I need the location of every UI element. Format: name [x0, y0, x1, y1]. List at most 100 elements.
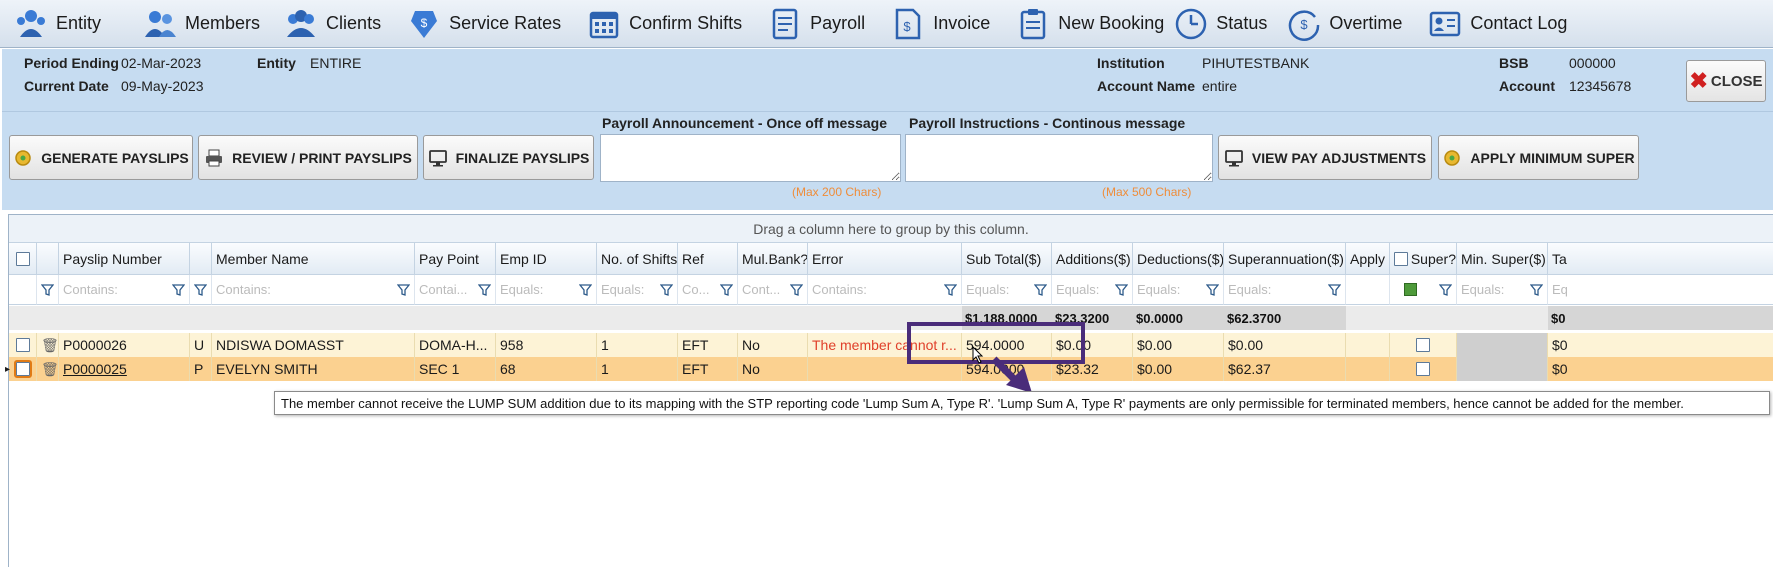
col-ref[interactable]: Ref	[678, 243, 738, 275]
filter-icon[interactable]	[790, 284, 803, 296]
filter-icon[interactable]	[1439, 284, 1452, 296]
payslip-number[interactable]: P0000026	[59, 333, 190, 357]
col-sub-total[interactable]: Sub Total($)	[962, 243, 1052, 275]
filter-ta[interactable]: Eq	[1548, 275, 1773, 305]
filter-icon[interactable]	[172, 284, 185, 296]
delete-cell[interactable]: 🗑	[37, 357, 59, 381]
payslip-type: P	[190, 357, 212, 381]
col-min-super[interactable]: Min. Super($)	[1457, 243, 1548, 275]
select-all-checkbox[interactable]	[15, 251, 30, 266]
delete-cell[interactable]: 🗑	[37, 333, 59, 357]
filter-icon[interactable]	[720, 284, 733, 296]
col-member-name[interactable]: Member Name	[212, 243, 415, 275]
bsb-label: BSB	[1499, 55, 1529, 71]
generate-payslips-button[interactable]: GENERATE PAYSLIPS	[9, 135, 193, 180]
filter-icon[interactable]	[1328, 284, 1341, 296]
filter-additions[interactable]: Equals:	[1052, 275, 1133, 305]
filter-icon[interactable]	[944, 284, 957, 296]
filter-pay-point[interactable]: Contai...	[415, 275, 496, 305]
filter-icon[interactable]	[579, 284, 592, 296]
filter-checkbox-icon[interactable]	[1404, 283, 1417, 296]
nav-new-booking[interactable]: New Booking	[1016, 1, 1164, 47]
monitor-icon	[1224, 149, 1243, 166]
nav-service-rates[interactable]: $ Service Rates	[407, 1, 561, 47]
nav-confirm-shifts[interactable]: Confirm Shifts	[587, 1, 742, 47]
member-name: EVELYN SMITH	[212, 357, 415, 381]
min-super-cell	[1457, 333, 1548, 357]
filter-type[interactable]	[190, 275, 212, 305]
col-payslip-number[interactable]: Payslip Number	[59, 243, 190, 275]
filter-icon[interactable]	[1206, 284, 1219, 296]
nav-overtime[interactable]: $ Overtime	[1287, 1, 1402, 47]
announcement-input[interactable]	[600, 134, 901, 182]
col-super[interactable]: Super?	[1390, 243, 1457, 275]
col-superannuation[interactable]: Superannuation($)	[1224, 243, 1346, 275]
apply-minimum-super-button[interactable]: APPLY MINIMUM SUPER	[1438, 135, 1639, 180]
filter-icon[interactable]	[1530, 284, 1543, 296]
super-all-checkbox[interactable]	[1394, 251, 1408, 266]
nav-contact-log[interactable]: Contact Log	[1428, 1, 1567, 47]
col-additions[interactable]: Additions($)	[1052, 243, 1133, 275]
filter-payslip-number[interactable]: Contains:	[59, 275, 190, 305]
filter-icon[interactable]	[41, 284, 54, 296]
col-emp-id[interactable]: Emp ID	[496, 243, 597, 275]
super-cell[interactable]	[1390, 333, 1457, 357]
table-row[interactable]: 🗑 P0000026 U NDISWA DOMASST DOMA-H... 95…	[9, 333, 1773, 357]
table-row-selected[interactable]: ▸ 🗑 P0000025 P EVELYN SMITH SEC 1 68 1 E…	[5, 357, 1773, 381]
filter-icon[interactable]	[1034, 284, 1047, 296]
nav-invoice[interactable]: $ Invoice	[891, 1, 990, 47]
trash-icon[interactable]: 🗑	[41, 337, 58, 354]
filter-super[interactable]	[1390, 275, 1457, 305]
col-pay-point[interactable]: Pay Point	[415, 243, 496, 275]
filter-sub-total[interactable]: Equals:	[962, 275, 1052, 305]
col-mul-bank[interactable]: Mul.Bank?	[738, 243, 808, 275]
col-select-all[interactable]	[9, 243, 37, 275]
super-checkbox[interactable]	[1416, 338, 1430, 352]
filter-error[interactable]: Contains:	[808, 275, 962, 305]
filter-deductions[interactable]: Equals:	[1133, 275, 1224, 305]
row-checkbox-cell[interactable]	[9, 333, 37, 357]
nav-members[interactable]: Members	[143, 1, 260, 47]
review-print-payslips-button[interactable]: REVIEW / PRINT PAYSLIPS	[198, 135, 418, 180]
nav-clients[interactable]: Clients	[284, 1, 381, 47]
nav-entity[interactable]: Entity	[14, 1, 101, 47]
ta-cell: $0	[1548, 333, 1773, 357]
row-checkbox-cell[interactable]	[9, 357, 37, 381]
instructions-input[interactable]	[905, 134, 1213, 182]
filter-mul-bank[interactable]: Cont...	[738, 275, 808, 305]
filter-emp-id[interactable]: Equals:	[496, 275, 597, 305]
col-deductions[interactable]: Deductions($)	[1133, 243, 1224, 275]
filter-member-name[interactable]: Contains:	[212, 275, 415, 305]
col-error[interactable]: Error	[808, 243, 962, 275]
filter-icon[interactable]	[1115, 284, 1128, 296]
filter-delete[interactable]	[37, 275, 59, 305]
nav-status[interactable]: Status	[1174, 1, 1267, 47]
nav-payroll[interactable]: Payroll	[768, 1, 865, 47]
filter-icon[interactable]	[194, 284, 207, 296]
row-checkbox[interactable]	[13, 360, 32, 378]
finalize-payslips-button[interactable]: FINALIZE PAYSLIPS	[423, 135, 594, 180]
filter-icon[interactable]	[397, 284, 410, 296]
filter-no-of-shifts[interactable]: Equals:	[597, 275, 678, 305]
svg-text:$: $	[1301, 17, 1309, 32]
filter-superannuation[interactable]: Equals:	[1224, 275, 1346, 305]
filter-ref[interactable]: Co...	[678, 275, 738, 305]
min-super-cell	[1457, 357, 1548, 381]
institution-label: Institution	[1097, 55, 1165, 71]
col-no-of-shifts[interactable]: No. of Shifts	[597, 243, 678, 275]
payslip-number-link[interactable]: P0000025	[59, 357, 190, 381]
filter-icon[interactable]	[660, 284, 673, 296]
trash-icon[interactable]: 🗑	[41, 361, 58, 378]
period-ending-label: Period Ending	[24, 55, 119, 71]
filter-min-super[interactable]: Equals:	[1457, 275, 1548, 305]
close-button[interactable]: ✖ CLOSE	[1686, 60, 1766, 102]
group-by-panel[interactable]: Drag a column here to group by this colu…	[9, 215, 1773, 243]
row-checkbox[interactable]	[15, 338, 30, 352]
view-pay-adjustments-button[interactable]: VIEW PAY ADJUSTMENTS	[1218, 135, 1432, 180]
filter-icon[interactable]	[478, 284, 491, 296]
super-checkbox[interactable]	[1416, 362, 1430, 376]
col-ta[interactable]: Ta	[1548, 243, 1773, 275]
col-apply[interactable]: Apply	[1346, 243, 1390, 275]
entity-icon	[17, 9, 45, 37]
super-cell[interactable]	[1390, 357, 1457, 381]
